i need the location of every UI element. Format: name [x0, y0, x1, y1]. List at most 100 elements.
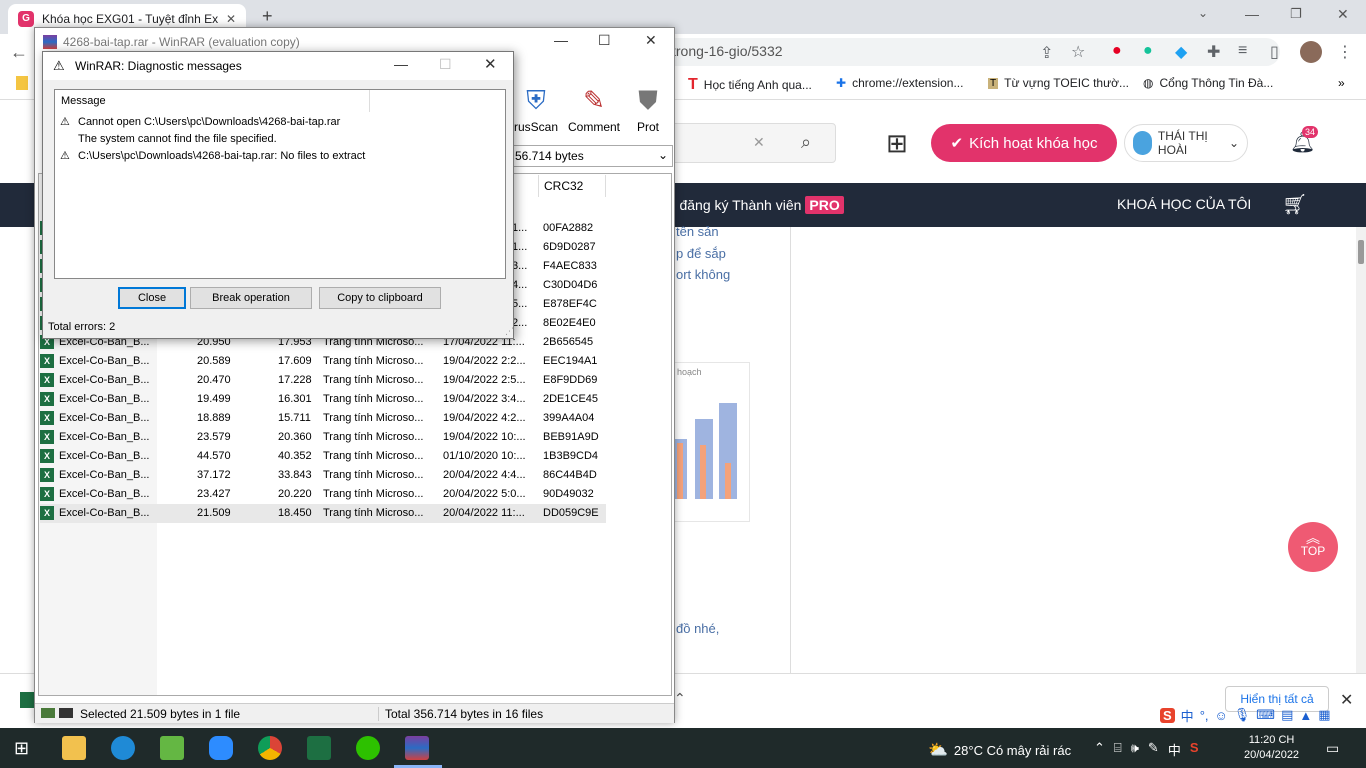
clear-search-icon[interactable]: ✕	[753, 134, 765, 151]
add-post-icon[interactable]: ⊞	[886, 128, 908, 159]
shirt-icon: ▲	[1299, 707, 1313, 723]
tab-close-icon[interactable]: ✕	[226, 12, 236, 26]
winrar-minimize-icon[interactable]: —	[554, 32, 568, 48]
scrollbar-thumb[interactable]	[1358, 240, 1364, 264]
sheets-app-icon[interactable]	[160, 736, 184, 760]
keyboard-icon: ⌨	[1256, 707, 1276, 722]
weather-widget[interactable]: ⛅ 28°C Có mây rải rác	[928, 740, 1071, 760]
mic-icon: 🎙︎	[1233, 707, 1251, 722]
bookmark-item[interactable]: T Học tiếng Anh qua...	[688, 76, 812, 94]
notifications-icon[interactable]: ▭	[1326, 740, 1339, 757]
clock[interactable]: 11:20 CH 20/04/2022	[1244, 733, 1299, 763]
excel-icon[interactable]	[307, 736, 331, 760]
share-icon[interactable]: ⇪	[1040, 43, 1053, 63]
extensions-puzzle-icon[interactable]: ✚	[1207, 42, 1220, 62]
nav-register-link[interactable]: ng đăng ký Thành viên PRO	[660, 196, 844, 214]
nav-my-courses-link[interactable]: KHOÁ HỌC CỦA TÔI	[1117, 196, 1251, 212]
new-tab-icon[interactable]: +	[262, 6, 273, 27]
type-cell: Trang tính Microso...	[323, 488, 424, 500]
bookmark-item[interactable]: ◍ Cổng Thông Tin Đà...	[1143, 76, 1273, 90]
modified-cell: 3...	[512, 260, 528, 272]
table-row[interactable]: X Excel-Co-Ban_B... 21.509 18.450 Trang tính…	[40, 504, 606, 523]
extension-drop-icon[interactable]: ◆	[1175, 42, 1187, 62]
chrome-menu-icon[interactable]: ⋮	[1337, 42, 1353, 62]
grammarly-icon[interactable]: ●	[1143, 42, 1153, 60]
name-cell: Excel-Co-Ban_B...	[59, 412, 150, 424]
more-bookmarks-icon[interactable]: »	[1338, 76, 1345, 90]
copy-to-clipboard-button[interactable]: Copy to clipboard	[319, 287, 441, 309]
message-column-header[interactable]: Message	[55, 90, 370, 112]
check-circle-icon: ✔	[950, 135, 964, 152]
search-icon[interactable]: ⌕	[801, 132, 811, 153]
bookmark-star-icon[interactable]: ☆	[1071, 42, 1085, 62]
size-cell: 44.570	[197, 450, 231, 462]
ime-lang-icon: 中	[1180, 708, 1194, 724]
table-row[interactable]: X Excel-Co-Ban_B... 20.589 17.609 Trang tính…	[40, 352, 606, 371]
edge-icon[interactable]	[111, 736, 135, 760]
table-row[interactable]: X Excel-Co-Ban_B... 23.579 20.360 Trang tính…	[40, 428, 606, 447]
archive-info-combo[interactable]: 56.714 bytes ⌄	[510, 145, 673, 167]
wechat-icon[interactable]	[356, 736, 380, 760]
comment-icon: ✎	[583, 85, 605, 115]
bookmark-label: Học tiếng Anh qua...	[703, 78, 812, 92]
reading-list-icon[interactable]: ≡	[1238, 42, 1247, 60]
back-to-top-button[interactable]: ︽ TOP	[1288, 522, 1338, 572]
virusscan-button[interactable]: ⛨ rusScan	[508, 80, 564, 134]
table-row[interactable]: X Excel-Co-Ban_B... 18.889 15.711 Trang tính…	[40, 409, 606, 428]
restore-icon[interactable]: ❐	[1290, 6, 1302, 22]
virusscan-icon: ⛨	[526, 85, 546, 115]
close-button[interactable]: Close	[118, 287, 186, 309]
table-row[interactable]: X Excel-Co-Ban_B... 20.470 17.228 Trang tính…	[40, 371, 606, 390]
crc-cell: 8E02E4E0	[543, 317, 596, 329]
message-row[interactable]: ⚠ C:\Users\pc\Downloads\4268-bai-tap.rar…	[60, 150, 365, 162]
packed-cell: 15.711	[278, 412, 311, 424]
puzzle-icon: ✚	[836, 76, 847, 90]
protect-button[interactable]: ⛊ Prot	[628, 80, 668, 134]
profile-avatar[interactable]	[1300, 41, 1322, 63]
tray-chevron-icon: ⌃	[1094, 740, 1105, 755]
pinterest-icon[interactable]: ●	[1112, 42, 1122, 60]
warning-icon: ⚠	[60, 150, 70, 162]
table-row[interactable]: X Excel-Co-Ban_B... 19.499 16.301 Trang tính…	[40, 390, 606, 409]
ime-toolbar[interactable]: S 中 °, ☺ 🎙︎ ⌨ ▤ ▲ ▦	[1160, 703, 1356, 727]
pen-icon: ✎	[1147, 740, 1159, 755]
user-menu[interactable]: THÁI THỊ HOÀI ⌄	[1124, 124, 1248, 162]
table-row[interactable]: X Excel-Co-Ban_B... 44.570 40.352 Trang tính…	[40, 447, 606, 466]
dialog-close-icon[interactable]: ✕	[484, 55, 497, 73]
bookmark-item[interactable]: T Từ vựng TOEIC thườ...	[988, 76, 1129, 90]
name-cell: Excel-Co-Ban_B...	[59, 488, 150, 500]
zoom-icon[interactable]	[209, 736, 233, 760]
chevron-up-icon[interactable]: ⌃	[674, 690, 686, 707]
table-row[interactable]: X Excel-Co-Ban_B... 37.172 33.843 Trang tính…	[40, 466, 606, 485]
page-scrollbar[interactable]	[1356, 227, 1366, 673]
back-icon[interactable]: ←	[10, 42, 28, 63]
crc32-column-header[interactable]: CRC32	[538, 175, 606, 197]
type-cell: Trang tính Microso...	[323, 431, 424, 443]
message-row[interactable]: ⚠ Cannot open C:\Users\pc\Downloads\4268…	[60, 116, 340, 128]
packed-cell: 18.450	[278, 507, 312, 519]
windows-start-icon[interactable]: ⊞	[14, 738, 29, 759]
break-operation-button[interactable]: Break operation	[190, 287, 312, 309]
winrar-maximize-icon[interactable]: ☐	[598, 32, 611, 49]
winrar-taskbar-icon[interactable]	[405, 736, 429, 760]
cart-icon[interactable]: 🛒︎	[1282, 192, 1307, 217]
side-panel-icon[interactable]: ▯	[1270, 42, 1279, 62]
table-row[interactable]: X Excel-Co-Ban_B... 23.427 20.220 Trang tính…	[40, 485, 606, 504]
activate-course-button[interactable]: ✔ Kích hoạt khóa học	[931, 124, 1117, 162]
dialog-minimize-icon[interactable]: —	[394, 56, 408, 72]
tab-search-icon[interactable]: ⌄	[1198, 6, 1208, 20]
minimize-icon[interactable]: —	[1245, 6, 1259, 22]
packed-cell: 40.352	[278, 450, 312, 462]
chrome-icon[interactable]	[258, 736, 282, 760]
type-cell: Trang tính Microso...	[323, 450, 424, 462]
comment-button[interactable]: ✎ Comment	[566, 80, 622, 134]
file-explorer-icon[interactable]	[62, 736, 86, 760]
message-row[interactable]: The system cannot find the file specifie…	[78, 133, 277, 145]
close-window-icon[interactable]: ✕	[1337, 6, 1349, 23]
resize-grip-icon[interactable]: ⋰	[505, 326, 514, 337]
bookmark-item[interactable]: ✚ chrome://extension...	[836, 76, 963, 90]
system-tray[interactable]: ⌃ ⌸ 🕪︎ ✎ 中 S	[1094, 740, 1199, 759]
packed-cell: 20.360	[278, 431, 312, 443]
crc-cell: 399A4A04	[543, 412, 595, 424]
winrar-close-icon[interactable]: ✕	[645, 32, 657, 49]
